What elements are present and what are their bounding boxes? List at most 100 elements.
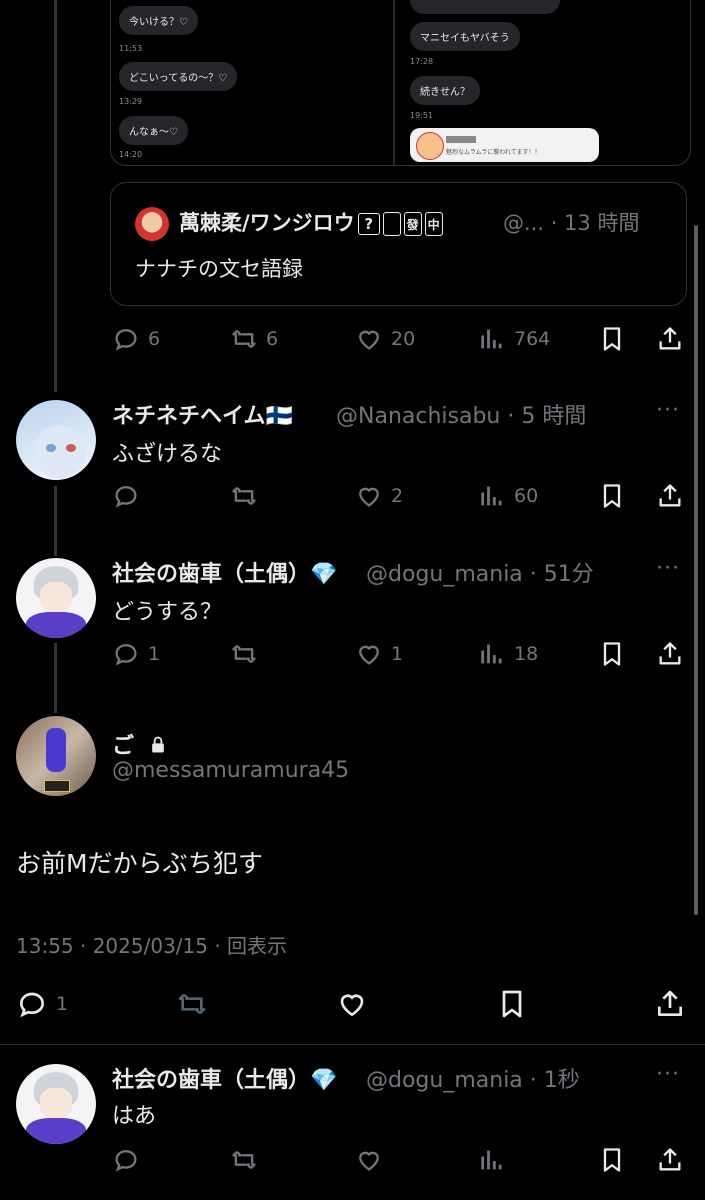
like-button[interactable]: 1 (355, 640, 403, 668)
views-button[interactable]: 764 (478, 325, 550, 353)
attached-images[interactable]: 今いける？♡ 11:53 どこいってるの〜？♡ 13:29 んなぁ〜♡ 14:2… (110, 0, 691, 166)
avatar-body (26, 1118, 86, 1144)
chat-bubble: マニセイもヤバそう (410, 22, 520, 51)
reply-count: 1 (148, 643, 161, 665)
share-icon (659, 1148, 681, 1171)
reply-text: はあ (112, 1104, 157, 1129)
quote-text: ナナチの文セ語録 (135, 257, 303, 281)
bookmark-icon (603, 327, 621, 351)
quoted-post-card[interactable]: 萬棘柔/ワンジロウ? 發中 @... · 13 時間 ナナチの文セ語録 (110, 182, 687, 306)
post-text: お前Mだからぶち犯す (16, 849, 263, 878)
reply-text: ふざけるな (112, 442, 223, 467)
mahjong-tile-icon (382, 212, 401, 236)
views-button[interactable]: 18 (478, 640, 538, 668)
more-options-icon[interactable]: ··· (656, 398, 680, 423)
repost-icon (232, 487, 256, 505)
bookmark-button[interactable] (598, 1146, 626, 1174)
heart-icon (359, 645, 379, 665)
share-button[interactable] (654, 988, 686, 1020)
reply-button[interactable]: 1 (16, 988, 68, 1020)
repost-icon (178, 993, 206, 1015)
like-button[interactable] (355, 1146, 383, 1174)
reply-button[interactable] (112, 482, 148, 510)
bookmark-icon (603, 1148, 621, 1172)
reply-handle-time: @Nanachisabu · 5 時間 (336, 404, 587, 429)
avatar-eye (46, 444, 56, 452)
views-icon (481, 644, 502, 664)
avatar-eye (66, 444, 76, 452)
more-options-icon[interactable]: ··· (656, 556, 680, 581)
reply-icon (115, 1150, 137, 1172)
share-button[interactable] (656, 640, 684, 668)
view-count: 764 (514, 328, 551, 350)
bookmark-button[interactable] (598, 325, 626, 353)
notification-icon (416, 132, 444, 160)
repost-button[interactable] (230, 1146, 258, 1174)
repost-button[interactable] (230, 482, 258, 510)
share-button[interactable] (656, 325, 684, 353)
chat-time: 14:20 (119, 150, 143, 159)
views-button[interactable] (478, 1146, 506, 1174)
share-icon (659, 327, 681, 350)
mahjong-tile-icon: 發 (403, 212, 422, 236)
views-icon (481, 329, 502, 349)
view-count: 18 (514, 643, 539, 665)
avatar-figure (46, 728, 66, 772)
bookmark-button[interactable] (598, 482, 626, 510)
reply-author-name[interactable]: 社会の歯車（土偶）💎 (112, 1062, 337, 1094)
quote-handle-time: @... · 13 時間 (503, 211, 640, 235)
bookmark-icon (502, 990, 522, 1018)
heart-icon (340, 994, 364, 1017)
like-button[interactable] (336, 988, 368, 1020)
mahjong-tile-icon: 中 (424, 212, 443, 236)
views-button[interactable]: 60 (478, 482, 538, 510)
chat-time: 13:29 (119, 97, 143, 106)
avatar[interactable] (16, 558, 96, 638)
scrollbar[interactable] (694, 225, 698, 915)
reply-button[interactable] (112, 1146, 140, 1174)
quote-author-avatar[interactable] (135, 207, 169, 241)
quote-author-name[interactable]: 萬棘柔/ワンジロウ? 發中 (179, 207, 443, 237)
lock-icon (151, 736, 164, 753)
reply-icon (115, 329, 137, 351)
repost-button[interactable] (176, 988, 208, 1020)
chat-time: 11:53 (119, 44, 143, 53)
reply-icon (115, 644, 137, 666)
like-count: 2 (391, 485, 404, 507)
reply-count: 1 (56, 993, 69, 1015)
thread-line (54, 0, 57, 392)
reply-button[interactable]: 1 (112, 640, 160, 668)
like-count: 1 (391, 643, 404, 665)
repost-button[interactable] (230, 640, 258, 668)
more-options-icon[interactable]: ··· (656, 1062, 680, 1087)
repost-button[interactable]: 6 (230, 325, 278, 353)
reply-author-name[interactable]: 社会の歯車（土偶）💎 (112, 556, 337, 588)
chat-bubble: んなぁ〜♡ (119, 116, 188, 145)
like-button[interactable]: 2 (355, 482, 403, 510)
avatar[interactable] (16, 400, 96, 480)
avatar[interactable] (16, 1064, 96, 1144)
post-author-name[interactable]: ご (112, 728, 168, 760)
notification-card: 魅烈なムラムラに襲われてます！！ (410, 128, 599, 162)
share-icon (659, 642, 681, 665)
avatar[interactable] (16, 716, 96, 796)
repost-icon (232, 645, 256, 663)
bookmark-button[interactable] (496, 988, 528, 1020)
reply-author-name[interactable]: ネチネチヘイム🇫🇮 (112, 398, 293, 430)
avatar-badge (44, 780, 70, 792)
chat-bubble (410, 0, 560, 14)
share-button[interactable] (656, 1146, 684, 1174)
reply-handle-time: @dogu_mania · 51分 (366, 562, 594, 587)
share-button[interactable] (656, 482, 684, 510)
reply-icon (115, 486, 137, 508)
reply-handle-time: @dogu_mania · 1秒 (366, 1068, 580, 1093)
like-count: 20 (391, 328, 416, 350)
post-handle[interactable]: @messamuramura45 (112, 758, 349, 783)
reply-button[interactable]: 6 (112, 325, 160, 353)
bookmark-button[interactable] (598, 640, 626, 668)
divider (0, 1044, 705, 1045)
notification-text: 魅烈なムラムラに襲われてます！！ (446, 149, 541, 156)
heart-icon (359, 487, 379, 507)
bookmark-icon (603, 642, 621, 666)
like-button[interactable]: 20 (355, 325, 415, 353)
